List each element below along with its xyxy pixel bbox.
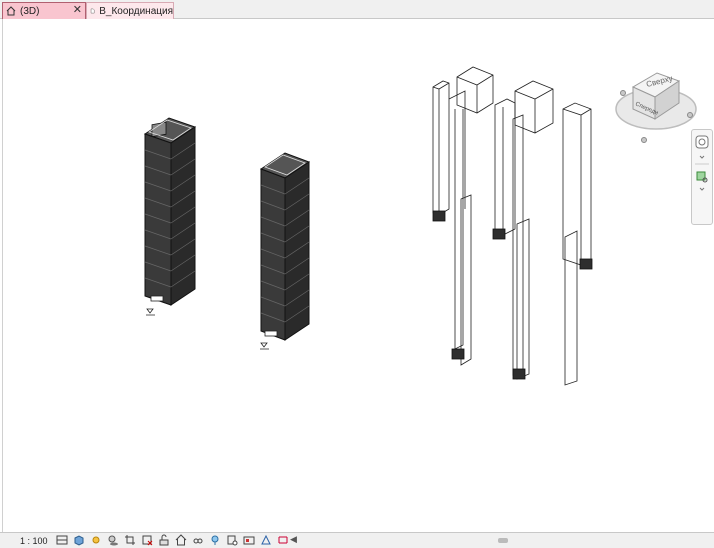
reveal-hidden-icon[interactable] [209, 534, 221, 546]
duct-system-wireframe[interactable] [432, 66, 592, 386]
duct-terminals[interactable] [432, 210, 593, 380]
revit-window: (3D) ✕ В_Координация Сверху Спереди 1: … [0, 0, 714, 548]
view-control-bar: 1 : 100 ◀ [0, 532, 714, 548]
navigation-bar [691, 129, 713, 225]
temporary-hide-icon[interactable] [192, 534, 204, 546]
analytical-model-icon[interactable] [260, 534, 272, 546]
show-crop-region-icon[interactable] [141, 534, 153, 546]
sun-path-icon[interactable] [90, 534, 102, 546]
scroll-left-arrow-icon[interactable]: ◀ [290, 534, 297, 545]
unlocked-3d-view-icon[interactable] [158, 534, 170, 546]
tab-3d-view[interactable]: (3D) ✕ [2, 2, 86, 19]
viewcube-orbit-handle-icon[interactable] [687, 112, 693, 118]
chevron-down-icon[interactable] [699, 155, 705, 159]
viewcube-orbit-handle-icon[interactable] [641, 137, 647, 143]
close-tab-icon[interactable]: ✕ [73, 3, 82, 18]
scrollbar-thumb[interactable] [498, 538, 508, 543]
temporary-properties-icon[interactable] [226, 534, 238, 546]
crop-view-icon[interactable] [124, 534, 136, 546]
navigation-bar-icons [695, 135, 709, 191]
3d-viewport[interactable]: Сверху Спереди [2, 19, 714, 532]
model-scene [143, 66, 593, 386]
steering-wheel-icon[interactable] [695, 135, 709, 149]
tab-coordination-label: В_Координация [99, 5, 173, 17]
view-tab-bar: (3D) ✕ В_Координация [0, 0, 714, 19]
horizontal-scrollbar[interactable]: ◀ [290, 534, 710, 545]
viewcube-home-icon[interactable] [620, 90, 626, 96]
tab-3d-label: (3D) [20, 5, 40, 17]
home-icon [6, 6, 16, 16]
tab-coordination-view[interactable]: В_Координация [86, 2, 174, 19]
visual-style-icon[interactable] [73, 534, 85, 546]
view-scale[interactable]: 1 : 100 [20, 536, 48, 546]
home-view-icon[interactable] [175, 534, 187, 546]
chevron-down-icon[interactable] [699, 187, 705, 191]
view-control-icons [56, 534, 289, 546]
column-block-left[interactable] [143, 117, 197, 316]
shadows-icon[interactable] [107, 534, 119, 546]
column-block-middle[interactable] [259, 152, 311, 350]
document-icon [90, 8, 95, 14]
detail-level-icon[interactable] [56, 534, 68, 546]
viewcube-widget[interactable]: Сверху Спереди [611, 57, 701, 147]
constraints-icon[interactable] [277, 534, 289, 546]
worksharing-display-icon[interactable] [243, 534, 255, 546]
